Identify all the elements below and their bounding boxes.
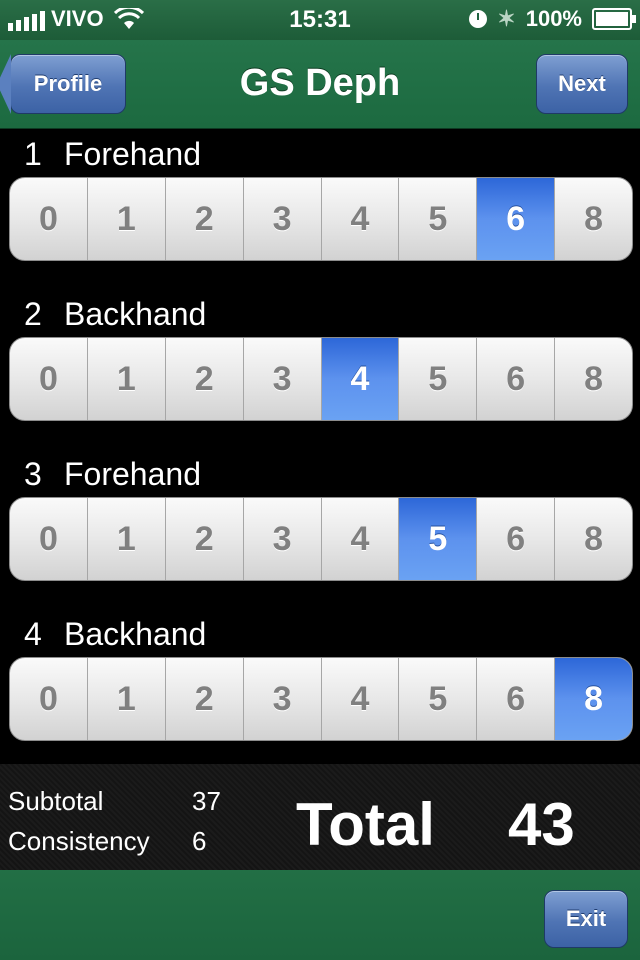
score-segmented-control[interactable]: 01234568 bbox=[9, 657, 633, 741]
score-option-3[interactable]: 3 bbox=[244, 658, 322, 740]
total-value: 43 bbox=[508, 791, 575, 858]
score-option-2[interactable]: 2 bbox=[166, 178, 244, 260]
subtotal-label: Subtotal bbox=[8, 786, 104, 816]
score-segmented-control[interactable]: 01234568 bbox=[9, 177, 633, 261]
score-option-0[interactable]: 0 bbox=[10, 338, 88, 420]
score-option-4[interactable]: 4 bbox=[322, 178, 400, 260]
row-label: 4 Backhand bbox=[24, 616, 206, 653]
score-option-0[interactable]: 0 bbox=[10, 658, 88, 740]
score-option-1[interactable]: 1 bbox=[88, 498, 166, 580]
subtotal-value: 37 bbox=[192, 786, 221, 816]
score-option-6[interactable]: 6 bbox=[477, 658, 556, 740]
row-number: 4 bbox=[24, 616, 42, 652]
next-button-label: Next bbox=[558, 71, 606, 96]
consistency-label: Consistency bbox=[8, 826, 150, 856]
score-option-8[interactable]: 8 bbox=[555, 498, 632, 580]
score-option-6[interactable]: 6 bbox=[477, 178, 556, 260]
next-button[interactable]: Next bbox=[536, 54, 628, 114]
score-option-6[interactable]: 6 bbox=[477, 498, 556, 580]
row-stroke-label: Forehand bbox=[64, 456, 201, 492]
row-stroke-label: Forehand bbox=[64, 136, 201, 172]
battery-icon bbox=[592, 8, 636, 30]
score-option-0[interactable]: 0 bbox=[10, 178, 88, 260]
score-option-6[interactable]: 6 bbox=[477, 338, 556, 420]
score-option-1[interactable]: 1 bbox=[88, 658, 166, 740]
row-number: 3 bbox=[24, 456, 42, 492]
score-option-3[interactable]: 3 bbox=[244, 338, 322, 420]
status-right: ✶ 100% bbox=[469, 6, 636, 32]
exit-button-label: Exit bbox=[565, 906, 607, 931]
status-bar: VIVO 15:31 ✶ 100% bbox=[0, 0, 640, 40]
consistency-value: 6 bbox=[192, 826, 207, 856]
score-option-1[interactable]: 1 bbox=[88, 338, 166, 420]
row-stroke-label: Backhand bbox=[64, 616, 207, 652]
score-option-0[interactable]: 0 bbox=[10, 498, 88, 580]
row-label: 1 Forehand bbox=[24, 136, 201, 173]
score-option-3[interactable]: 3 bbox=[244, 178, 322, 260]
row-label: 2 Backhand bbox=[24, 296, 206, 333]
score-option-1[interactable]: 1 bbox=[88, 178, 166, 260]
exit-button[interactable]: Exit bbox=[544, 890, 628, 948]
row-label: 3 Forehand bbox=[24, 456, 201, 493]
footer-bar: Exit bbox=[0, 870, 640, 960]
score-option-5[interactable]: 5 bbox=[399, 498, 478, 580]
score-option-8[interactable]: 8 bbox=[555, 338, 632, 420]
score-option-5[interactable]: 5 bbox=[399, 178, 478, 260]
score-option-4[interactable]: 4 bbox=[322, 658, 400, 740]
battery-percent: 100% bbox=[525, 6, 582, 31]
score-segmented-control[interactable]: 01234568 bbox=[9, 337, 633, 421]
score-option-2[interactable]: 2 bbox=[166, 338, 244, 420]
totals-panel: Subtotal 37 Consistency 6 Total 43 bbox=[0, 764, 640, 870]
score-option-4[interactable]: 4 bbox=[321, 338, 400, 420]
score-segmented-control[interactable]: 01234568 bbox=[9, 497, 633, 581]
total-label: Total bbox=[296, 791, 435, 858]
score-option-4[interactable]: 4 bbox=[322, 498, 400, 580]
score-option-5[interactable]: 5 bbox=[399, 338, 478, 420]
score-option-2[interactable]: 2 bbox=[166, 498, 244, 580]
navigation-bar: Profile GS Deph Next bbox=[0, 40, 640, 129]
clock-icon bbox=[469, 10, 488, 28]
bluetooth-icon: ✶ bbox=[497, 6, 516, 31]
score-option-3[interactable]: 3 bbox=[244, 498, 322, 580]
score-option-5[interactable]: 5 bbox=[399, 658, 478, 740]
row-number: 1 bbox=[24, 136, 42, 172]
score-option-2[interactable]: 2 bbox=[166, 658, 244, 740]
score-option-8[interactable]: 8 bbox=[555, 178, 632, 260]
score-option-8[interactable]: 8 bbox=[555, 658, 632, 740]
row-stroke-label: Backhand bbox=[64, 296, 207, 332]
row-number: 2 bbox=[24, 296, 42, 332]
